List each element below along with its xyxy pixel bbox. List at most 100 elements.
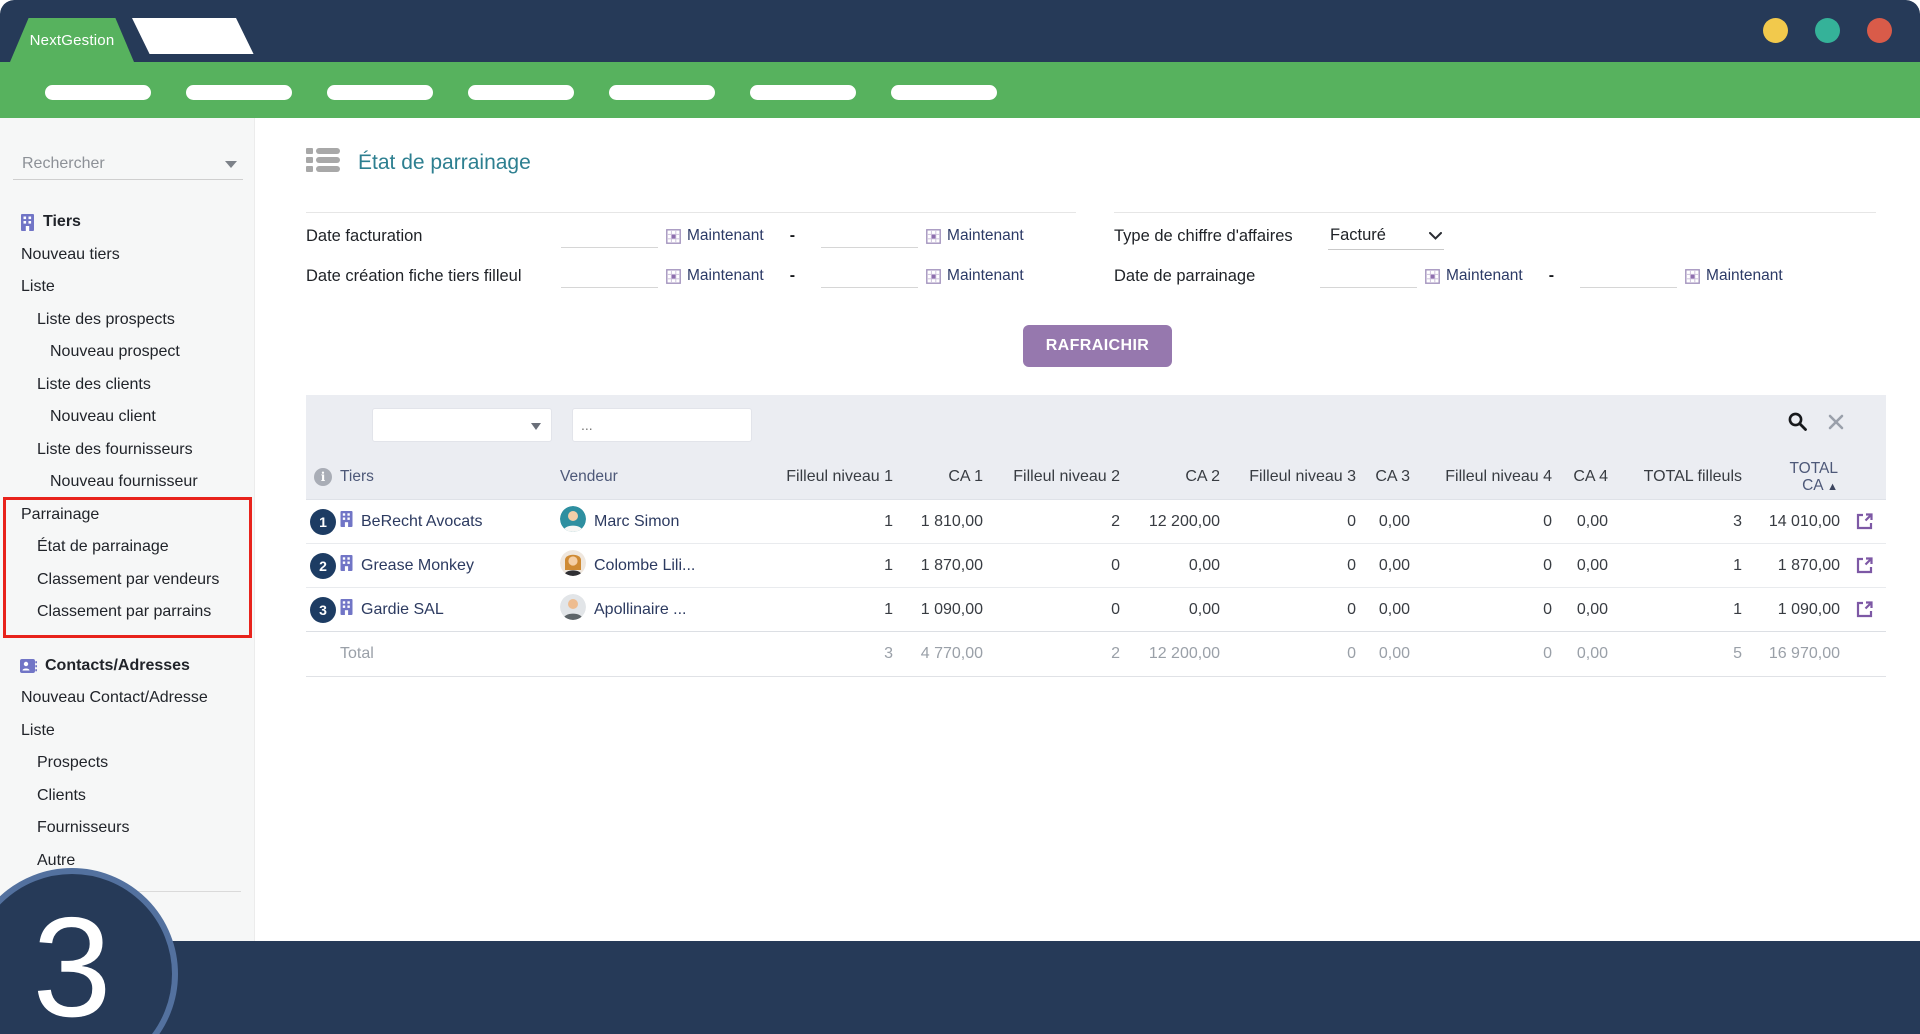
sidebar-item-etat-de-parrainage[interactable]: État de parrainage bbox=[0, 531, 254, 564]
cell-ca1: 1 090,00 bbox=[895, 601, 985, 619]
date-parrainage-to-input[interactable] bbox=[1580, 264, 1677, 288]
table-filter-band bbox=[306, 395, 1886, 455]
sidebar-item-classement-par-parrains[interactable]: Classement par parrains bbox=[0, 596, 254, 629]
calendar-icon[interactable] bbox=[926, 229, 941, 244]
info-icon: i bbox=[314, 468, 332, 486]
col-header-filleul-niveau-4[interactable]: Filleul niveau 4 bbox=[1412, 468, 1554, 486]
calendar-icon[interactable] bbox=[926, 269, 941, 284]
total-ca3: 0,00 bbox=[1358, 645, 1412, 663]
close-icon[interactable] bbox=[1828, 414, 1844, 435]
date-creation-to-now-link[interactable]: Maintenant bbox=[947, 267, 1024, 285]
col-header-total-ca[interactable]: TOTAL CA ▲ bbox=[1744, 460, 1842, 494]
sidebar-item-autre[interactable]: Autre bbox=[0, 845, 254, 878]
sidebar-item-label: Nouveau tiers bbox=[21, 246, 120, 264]
search-input[interactable]: Rechercher bbox=[13, 148, 243, 180]
sidebar-item-liste-des-clients[interactable]: Liste des clients bbox=[0, 369, 254, 402]
sidebar-item-prospects[interactable]: Prospects bbox=[0, 747, 254, 780]
cell-ca1: 1 810,00 bbox=[895, 513, 985, 531]
col-header-ca3[interactable]: CA 3 bbox=[1358, 468, 1412, 486]
nav-pill[interactable] bbox=[327, 85, 433, 100]
open-detail-icon[interactable] bbox=[1855, 600, 1874, 619]
sidebar-item-nouveau-client[interactable]: Nouveau client bbox=[0, 401, 254, 434]
window-control-maximize[interactable] bbox=[1815, 18, 1840, 43]
col-header-filleul-niveau-2[interactable]: Filleul niveau 2 bbox=[985, 468, 1122, 486]
col-header-total-filleuls[interactable]: TOTAL filleuls bbox=[1610, 468, 1744, 486]
col-header-filleul-niveau-1[interactable]: Filleul niveau 1 bbox=[760, 468, 895, 486]
date-creation-to-input[interactable] bbox=[821, 264, 918, 288]
sidebar-item-liste-des-prospects[interactable]: Liste des prospects bbox=[0, 304, 254, 337]
secondary-tab[interactable] bbox=[132, 18, 254, 54]
sidebar-item-classement-par-vendeurs[interactable]: Classement par vendeurs bbox=[0, 564, 254, 597]
nav-pill[interactable] bbox=[468, 85, 574, 100]
date-facturation-to-input[interactable] bbox=[821, 224, 918, 248]
sidebar-item-nouveau-contact-adresse[interactable]: Nouveau Contact/Adresse bbox=[0, 682, 254, 715]
col-header-ca4[interactable]: CA 4 bbox=[1554, 468, 1610, 486]
date-creation-from-input[interactable] bbox=[561, 264, 658, 288]
col-header-ca2[interactable]: CA 2 bbox=[1122, 468, 1222, 486]
parrainage-table: i Tiers Vendeur Filleul niveau 1 CA 1 Fi… bbox=[306, 395, 1886, 677]
sidebar-item-nouveau-fournisseur[interactable]: Nouveau fournisseur bbox=[0, 466, 254, 499]
sidebar-item-nouveau-prospect[interactable]: Nouveau prospect bbox=[0, 336, 254, 369]
sidebar-item-contacts-adresses[interactable]: Contacts/Adresses bbox=[0, 650, 254, 683]
sidebar-item-fournisseurs[interactable]: Fournisseurs bbox=[0, 812, 254, 845]
nav-pill[interactable] bbox=[45, 85, 151, 100]
open-detail-icon[interactable] bbox=[1855, 512, 1874, 531]
window-control-close[interactable] bbox=[1867, 18, 1892, 43]
building-icon bbox=[340, 599, 353, 620]
calendar-icon[interactable] bbox=[1685, 269, 1700, 284]
total-filleul-niveau-1: 3 bbox=[760, 645, 895, 663]
total-ca4: 0,00 bbox=[1554, 645, 1610, 663]
sidebar-item-label: Liste des fournisseurs bbox=[37, 441, 193, 459]
sidebar-item-nouveau-tiers[interactable]: Nouveau tiers bbox=[0, 239, 254, 272]
date-facturation-from-input[interactable] bbox=[561, 224, 658, 248]
sidebar-item-liste-tiers[interactable]: Liste bbox=[0, 271, 254, 304]
sidebar-item-label: État de parrainage bbox=[37, 538, 169, 556]
vendeur-link[interactable]: Colombe Lili... bbox=[594, 557, 695, 575]
date-parrainage-from-input[interactable] bbox=[1320, 264, 1417, 288]
cell-filleul-niveau-1: 1 bbox=[760, 513, 895, 531]
vendeur-link[interactable]: Apollinaire ... bbox=[594, 601, 687, 619]
date-creation-from-now-link[interactable]: Maintenant bbox=[687, 267, 764, 285]
sidebar-item-liste-contacts[interactable]: Liste bbox=[0, 715, 254, 748]
vendeur-link[interactable]: Marc Simon bbox=[594, 513, 679, 531]
calendar-icon[interactable] bbox=[1425, 269, 1440, 284]
cell-total-filleuls: 1 bbox=[1610, 601, 1744, 619]
col-header-vendeur[interactable]: Vendeur bbox=[560, 468, 760, 486]
date-facturation-label: Date facturation bbox=[306, 227, 561, 246]
calendar-icon[interactable] bbox=[666, 229, 681, 244]
date-facturation-to-now-link[interactable]: Maintenant bbox=[947, 227, 1024, 245]
date-facturation-from-now-link[interactable]: Maintenant bbox=[687, 227, 764, 245]
cell-filleul-niveau-4: 0 bbox=[1412, 557, 1554, 575]
type-ca-select[interactable]: Facturé bbox=[1328, 223, 1444, 250]
cell-total-ca: 1 090,00 bbox=[1744, 601, 1842, 619]
table-filter-select[interactable] bbox=[372, 408, 552, 442]
range-separator: - bbox=[1549, 267, 1554, 285]
col-header-filleul-niveau-3[interactable]: Filleul niveau 3 bbox=[1222, 468, 1358, 486]
tiers-link[interactable]: BeRecht Avocats bbox=[361, 513, 483, 531]
search-icon[interactable] bbox=[1787, 411, 1808, 437]
sidebar-item-clients[interactable]: Clients bbox=[0, 780, 254, 813]
sidebar-item-tiers[interactable]: Tiers bbox=[0, 206, 254, 239]
refresh-button[interactable]: RAFRAICHIR bbox=[1023, 325, 1172, 367]
nav-pill[interactable] bbox=[609, 85, 715, 100]
date-parrainage-from-now-link[interactable]: Maintenant bbox=[1446, 267, 1523, 285]
col-header-ca1[interactable]: CA 1 bbox=[895, 468, 985, 486]
info-column-header[interactable]: i bbox=[306, 468, 340, 486]
col-header-tiers[interactable]: Tiers bbox=[340, 468, 560, 486]
nav-pill[interactable] bbox=[750, 85, 856, 100]
date-parrainage-to-now-link[interactable]: Maintenant bbox=[1706, 267, 1783, 285]
sidebar-item-liste-des-fournisseurs[interactable]: Liste des fournisseurs bbox=[0, 434, 254, 467]
brand-tab[interactable]: NextGestion bbox=[10, 18, 134, 62]
cell-filleul-niveau-4: 0 bbox=[1412, 601, 1554, 619]
nav-pill[interactable] bbox=[186, 85, 292, 100]
open-detail-icon[interactable] bbox=[1855, 556, 1874, 575]
window-control-minimize[interactable] bbox=[1763, 18, 1788, 43]
nav-pill[interactable] bbox=[891, 85, 997, 100]
sidebar-item-label: Contacts/Adresses bbox=[45, 657, 190, 675]
building-icon bbox=[340, 511, 353, 532]
tiers-link[interactable]: Grease Monkey bbox=[361, 557, 474, 575]
calendar-icon[interactable] bbox=[666, 269, 681, 284]
sidebar-item-parrainage[interactable]: Parrainage bbox=[0, 499, 254, 532]
tiers-link[interactable]: Gardie SAL bbox=[361, 601, 444, 619]
table-filter-input[interactable] bbox=[572, 408, 752, 442]
